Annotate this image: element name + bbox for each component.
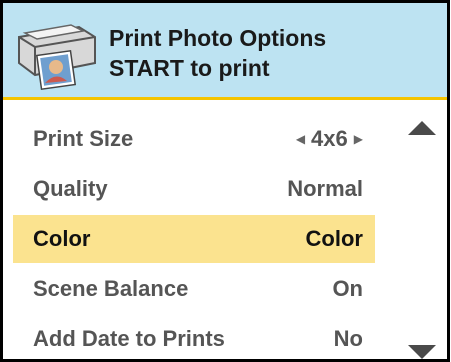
menu-item-scene-balance[interactable]: Scene Balance On <box>13 265 375 313</box>
menu-item-value: No <box>333 326 363 351</box>
header: Print Photo Options START to print <box>3 3 447 100</box>
triangle-down-icon[interactable] <box>408 345 436 359</box>
menu-item-label: Add Date to Prints <box>33 326 225 351</box>
print-size-selector[interactable]: ◀ 4x6 ▶ <box>296 126 363 152</box>
triangle-up-icon[interactable] <box>408 121 436 135</box>
menu-item-color[interactable]: Color Color <box>13 215 375 263</box>
title-line-1: Print Photo Options <box>109 25 327 51</box>
menu-item-value: Normal <box>287 176 363 201</box>
header-title: Print Photo Options START to print <box>109 23 326 83</box>
menu-item-label: Scene Balance <box>33 276 189 301</box>
menu-item-value: 4x6 <box>311 126 348 151</box>
menu-item-value: Color <box>305 226 363 251</box>
menu-item-quality[interactable]: Quality Normal <box>13 165 375 213</box>
options-menu: Print Size ◀ 4x6 ▶ Quality Normal Color … <box>13 115 375 359</box>
menu-item-label: Print Size <box>33 126 134 151</box>
menu-item-label: Quality <box>33 176 108 201</box>
menu-item-print-size[interactable]: Print Size ◀ 4x6 ▶ <box>13 115 375 163</box>
left-arrow-icon[interactable]: ◀ <box>296 132 305 146</box>
menu-item-label: Color <box>33 226 91 251</box>
title-line-2: START to print <box>109 55 270 81</box>
printer-with-photo-icon <box>18 24 96 91</box>
menu-item-add-date[interactable]: Add Date to Prints No <box>13 315 375 359</box>
menu-item-value: On <box>332 276 363 301</box>
right-arrow-icon[interactable]: ▶ <box>354 132 363 146</box>
print-photo-options-panel: Print Photo Options START to print Print… <box>0 0 450 362</box>
